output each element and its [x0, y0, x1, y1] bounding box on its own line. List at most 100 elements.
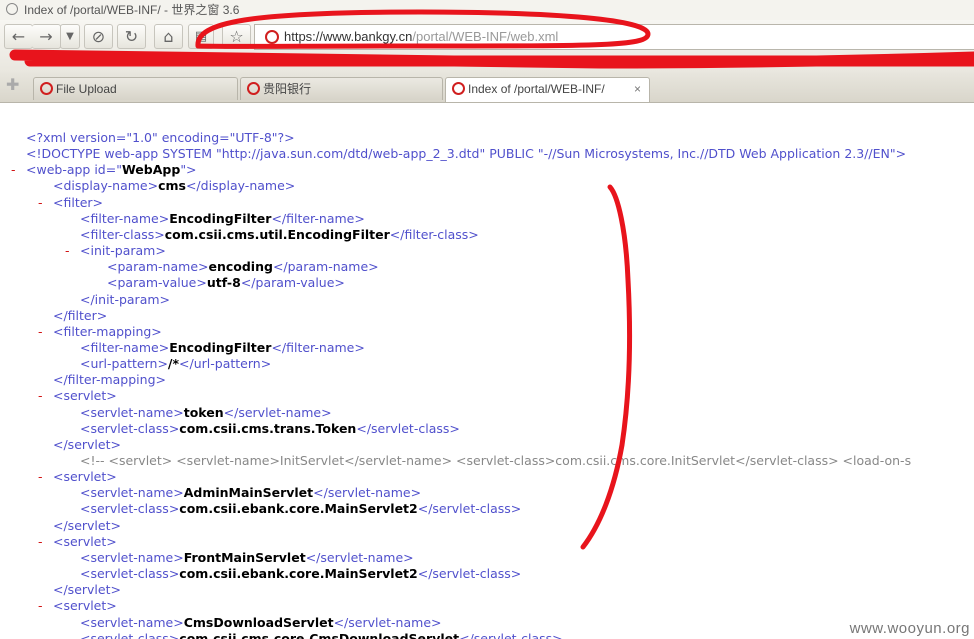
collapse-toggle[interactable]: - — [65, 243, 70, 259]
xml-line: <servlet> — [53, 534, 117, 550]
xml-line: <filter> — [53, 195, 103, 211]
xml-tag: </servlet-class> — [459, 630, 563, 639]
reload-button[interactable]: ↻ — [117, 24, 146, 49]
xml-comment: <!-- <servlet> <servlet-name>InitServlet… — [80, 453, 912, 468]
xml-line: <servlet-name>token</servlet-name> — [80, 405, 332, 421]
xml-line: <filter-class>com.csii.cms.util.Encoding… — [80, 227, 479, 243]
xml-tag: <servlet-class> — [80, 501, 180, 517]
xml-value: com.csii.cms.util.EncodingFilter — [164, 226, 390, 242]
xml-line: <servlet> — [53, 469, 117, 485]
address-bar[interactable]: https://www.bankgy.cn/portal/WEB-INF/web… — [254, 24, 974, 50]
back-button[interactable]: ← — [4, 24, 33, 49]
tab-index-portal[interactable]: Index of /portal/WEB-INF/ × — [445, 77, 650, 102]
xml-tag: <servlet> — [53, 469, 117, 485]
tab-close-icon[interactable]: × — [634, 78, 641, 100]
xml-tag: </filter-name> — [271, 210, 365, 226]
site-favicon-icon — [265, 30, 279, 44]
window-title: Index of /portal/WEB-INF/ - 世界之窗 3.6 — [24, 3, 240, 17]
collapse-toggle[interactable]: - — [11, 162, 16, 178]
forward-button[interactable]: → — [32, 24, 61, 49]
xml-line: </servlet> — [53, 437, 121, 453]
xml-line: <?xml version="1.0" encoding="UTF-8"?> — [26, 130, 295, 146]
xml-value: WebApp — [121, 162, 181, 178]
xml-tag: <servlet-class> — [80, 420, 180, 436]
url-text: https://www.bankgy.cn/portal/WEB-INF/web… — [284, 29, 559, 44]
xml-tag: <display-name> — [53, 178, 159, 194]
xml-value: utf-8 — [206, 275, 241, 291]
tab-strip: ✚ File Upload 贵阳银行 Index of /portal/WEB-… — [0, 72, 974, 103]
tab-label: Index of /portal/WEB-INF/ — [468, 82, 605, 96]
home-button[interactable]: ⌂ — [154, 24, 183, 49]
xml-value: EncodingFilter — [169, 339, 272, 355]
xml-tag: </filter-name> — [271, 339, 365, 355]
xml-line: <servlet-name>FrontMainServlet</servlet-… — [80, 550, 414, 566]
xml-line: </servlet> — [53, 518, 121, 534]
xml-tag: </servlet-name> — [313, 485, 422, 501]
reader-icon[interactable]: ▤ — [188, 24, 214, 49]
xml-line: <filter-name>EncodingFilter</filter-name… — [80, 211, 365, 227]
collapse-toggle[interactable]: - — [38, 388, 43, 404]
xml-value: EncodingFilter — [169, 210, 272, 226]
collapse-toggle[interactable]: - — [38, 195, 43, 211]
xml-tag: <servlet-name> — [80, 614, 184, 630]
xml-line: <servlet-name>AdminMainServlet</servlet-… — [80, 485, 421, 501]
xml-tag: </display-name> — [185, 178, 296, 194]
xml-line: <filter-mapping> — [53, 324, 162, 340]
tab-label: File Upload — [56, 82, 117, 96]
xml-value: /* — [167, 356, 180, 372]
xml-line: <display-name>cms</display-name> — [53, 178, 295, 194]
xml-tag: </servlet> — [53, 436, 121, 452]
xml-tag: </servlet-name> — [223, 404, 332, 420]
tab-guiyang-bank[interactable]: 贵阳银行 — [240, 77, 443, 100]
xml-tag: <param-value> — [107, 275, 207, 291]
xml-value: com.csii.ebank.core.MainServlet2 — [179, 501, 418, 517]
xml-line: <servlet-class>com.csii.ebank.core.MainS… — [80, 501, 521, 517]
xml-tag: </servlet-class> — [417, 566, 522, 582]
xml-tag: </servlet> — [53, 517, 121, 533]
collapse-toggle[interactable]: - — [38, 324, 43, 340]
browser-logo-icon — [6, 3, 18, 15]
tab-favicon-icon — [40, 82, 53, 95]
favorite-star-icon[interactable]: ☆ — [222, 24, 251, 49]
xml-tag: <servlet> — [53, 598, 117, 614]
title-bar: Index of /portal/WEB-INF/ - 世界之窗 3.6 — [0, 0, 974, 21]
xml-tag: <servlet> — [53, 533, 117, 549]
stop-button[interactable]: ⊘ — [84, 24, 113, 49]
collapse-toggle[interactable]: - — [38, 469, 43, 485]
xml-value: com.csii.ebank.core.MainServlet2 — [179, 566, 418, 582]
xml-tag: </filter-class> — [389, 226, 479, 242]
xml-line: <servlet> — [53, 388, 117, 404]
xml-tag: <servlet> — [53, 388, 117, 404]
xml-line: </init-param> — [80, 292, 170, 308]
xml-tag: </param-value> — [240, 275, 345, 291]
xml-line: <servlet-class>com.csii.ebank.core.MainS… — [80, 566, 521, 582]
xml-tag: <filter> — [53, 194, 104, 210]
new-tab-icon[interactable]: ✚ — [6, 78, 19, 94]
xml-line: <init-param> — [80, 243, 166, 259]
xml-tag: </filter> — [53, 307, 108, 323]
xml-tag: </servlet-name> — [305, 549, 414, 565]
xml-tag: </servlet-name> — [333, 614, 442, 630]
watermark: www.wooyun.org — [849, 620, 970, 637]
xml-line: </servlet> — [53, 582, 121, 598]
xml-line: <param-value>utf-8</param-value> — [107, 275, 345, 291]
xml-tag: <filter-name> — [80, 339, 170, 355]
navigation-toolbar: ← → ▼ ⊘ ↻ ⌂ ▤ ☆ https://www.bankgy.cn/po… — [0, 20, 974, 72]
xml-tag: <filter-mapping> — [53, 323, 162, 339]
xml-tag: </filter-mapping> — [53, 372, 166, 388]
xml-line: <servlet-class>com.csii.cms.core.CmsDown… — [80, 631, 563, 639]
xml-line: <param-name>encoding</param-name> — [107, 259, 379, 275]
xml-value: cms — [158, 178, 186, 194]
xml-tag: <init-param> — [80, 243, 166, 259]
xml-tag: <!DOCTYPE web-app SYSTEM "http://java.su… — [26, 146, 907, 162]
collapse-toggle[interactable]: - — [38, 598, 43, 614]
history-dropdown-button[interactable]: ▼ — [60, 24, 80, 49]
xml-tag: </servlet-class> — [417, 501, 522, 517]
xml-tag: <param-name> — [107, 259, 209, 275]
xml-tag: </servlet> — [53, 582, 121, 598]
tab-file-upload[interactable]: File Upload — [33, 77, 238, 100]
xml-value: encoding — [208, 259, 273, 275]
xml-value: com.csii.cms.trans.Token — [179, 420, 357, 436]
collapse-toggle[interactable]: - — [38, 534, 43, 550]
xml-tag: <web-app id=" — [26, 162, 122, 178]
